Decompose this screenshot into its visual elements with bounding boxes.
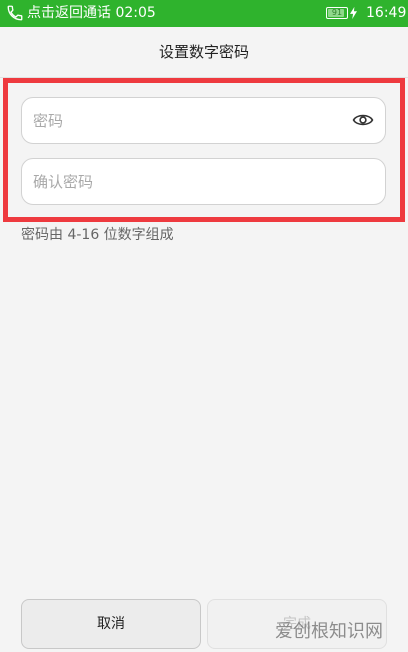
- confirm-password-field[interactable]: [21, 158, 386, 205]
- charging-bolt-icon: [350, 6, 357, 20]
- battery-level-text: 91: [331, 8, 343, 17]
- return-to-call-text[interactable]: 点击返回通话 02:05: [27, 4, 156, 22]
- password-input[interactable]: [33, 98, 343, 143]
- battery-icon: 91: [326, 7, 348, 19]
- page-title: 设置数字密码: [158, 43, 249, 61]
- status-clock: 16:49: [366, 5, 407, 21]
- confirm-password-input[interactable]: [33, 159, 343, 204]
- status-bar: 点击返回通话 02:05 91 16:49: [0, 0, 408, 27]
- cancel-button[interactable]: 取消: [21, 599, 201, 649]
- password-hint: 密码由 4-16 位数字组成: [21, 227, 174, 243]
- phone-icon[interactable]: [6, 4, 24, 22]
- watermark-text: 爱创根知识网: [275, 621, 383, 642]
- title-bar: 设置数字密码: [0, 27, 408, 78]
- password-field[interactable]: [21, 97, 386, 144]
- eye-icon[interactable]: [352, 111, 374, 129]
